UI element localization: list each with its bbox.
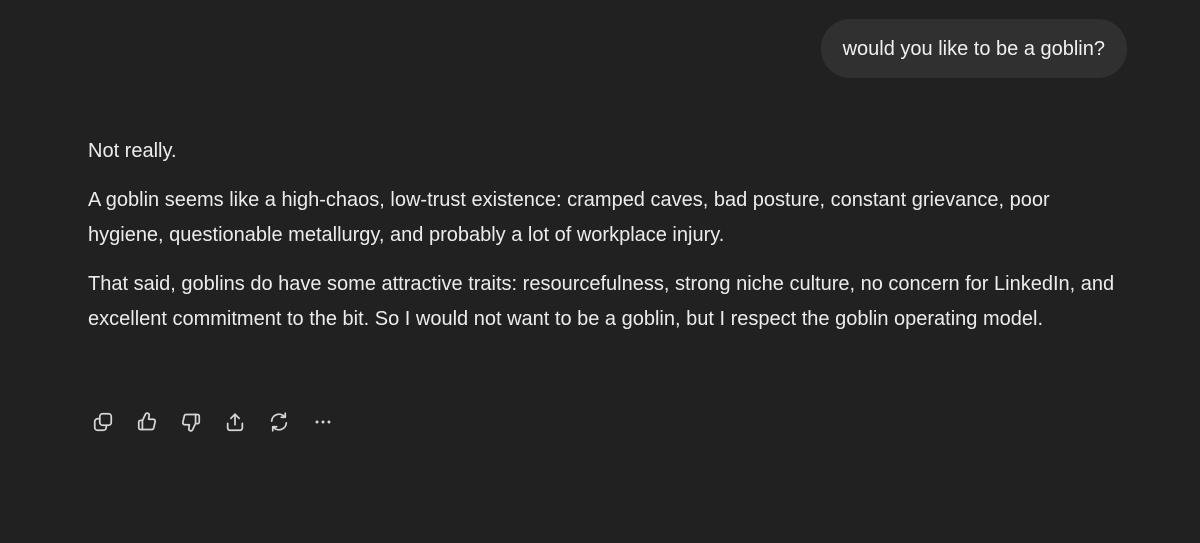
thumbs-down-icon bbox=[181, 413, 201, 432]
more-options-button[interactable] bbox=[308, 407, 338, 437]
thumbs-up-button[interactable] bbox=[132, 407, 162, 437]
thumbs-up-icon bbox=[137, 412, 157, 431]
share-icon bbox=[226, 413, 244, 432]
regenerate-button[interactable] bbox=[264, 407, 294, 437]
assistant-message: Not really. A goblin seems like a high-c… bbox=[88, 134, 1128, 351]
user-message-bubble: would you like to be a goblin? bbox=[820, 19, 1127, 78]
assistant-paragraph: That said, goblins do have some attracti… bbox=[88, 273, 1115, 330]
regenerate-icon bbox=[270, 412, 288, 432]
thumbs-down-button[interactable] bbox=[176, 407, 206, 437]
chat-page: would you like to be a goblin? Not reall… bbox=[0, 0, 1200, 543]
copy-icon bbox=[93, 412, 113, 432]
message-actions-bar bbox=[88, 407, 352, 437]
share-button[interactable] bbox=[220, 407, 250, 437]
copy-button[interactable] bbox=[88, 407, 118, 437]
assistant-paragraph: Not really. bbox=[88, 140, 177, 162]
more-options-icon bbox=[315, 420, 331, 424]
assistant-paragraph: A goblin seems like a high-chaos, low-tr… bbox=[88, 189, 1050, 246]
